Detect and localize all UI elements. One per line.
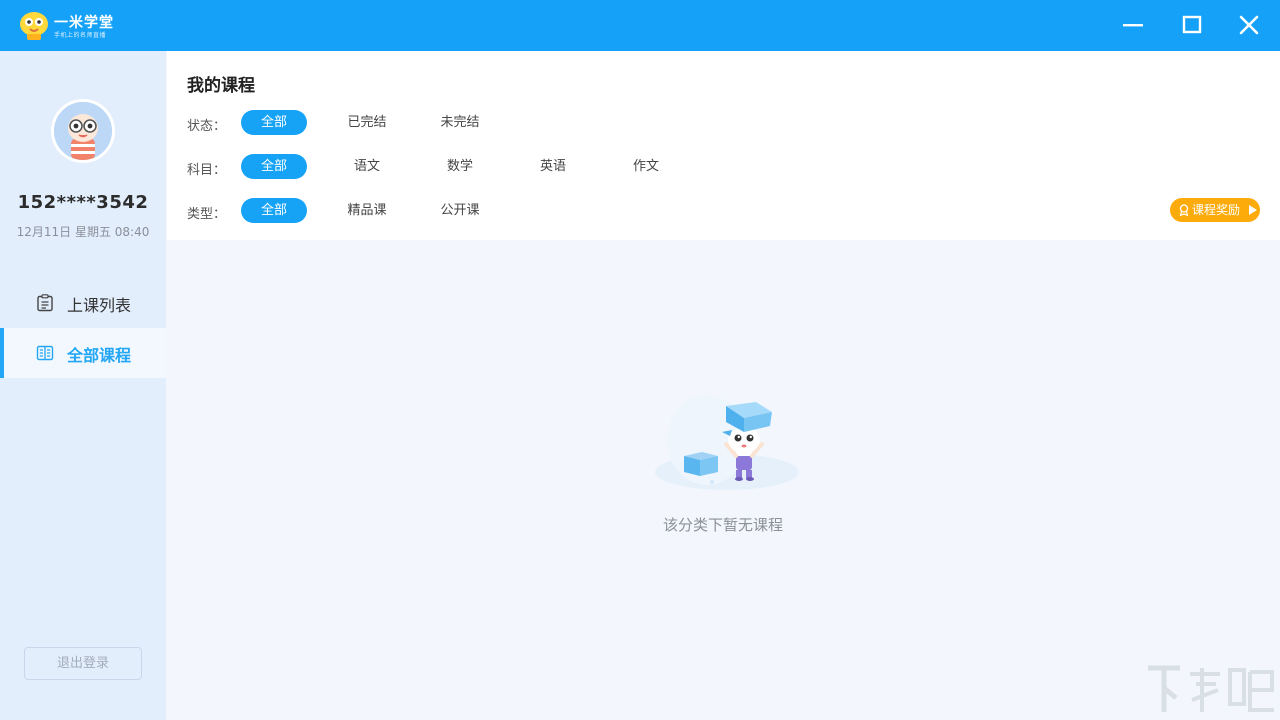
- watermark-logo: [1148, 665, 1274, 712]
- close-icon[interactable]: [1234, 10, 1264, 40]
- empty-state-illustration: [655, 395, 799, 490]
- type-filter-label: 类型：: [187, 207, 227, 222]
- subject-option-all[interactable]: 全部: [241, 154, 307, 179]
- avatar-character-icon: [54, 102, 112, 160]
- sidebar-item-schedule[interactable]: 上课列表: [0, 278, 166, 328]
- course-book-icon: [36, 345, 54, 361]
- status-option-finished[interactable]: 已完结: [333, 110, 401, 135]
- status-filter-label: 状态：: [187, 119, 227, 134]
- play-arrow-icon: [1249, 205, 1257, 215]
- logout-button[interactable]: 退出登录: [24, 647, 142, 680]
- active-indicator: [0, 328, 4, 378]
- avatar[interactable]: [51, 99, 115, 163]
- subject-option-english[interactable]: 英语: [519, 154, 587, 179]
- subject-option-math[interactable]: 数学: [426, 154, 494, 179]
- app-name: 一米学堂: [54, 15, 114, 31]
- app-slogan: 手机上的名师直播: [54, 32, 107, 39]
- subject-filter-label: 科目：: [187, 163, 227, 178]
- status-option-unfinished[interactable]: 未完结: [426, 110, 494, 135]
- type-option-public[interactable]: 公开课: [426, 198, 494, 223]
- title-bar: 一米学堂 手机上的名师直播: [0, 0, 1280, 51]
- user-date: 12月11日 星期五 08:40: [16, 225, 150, 239]
- subject-option-writing[interactable]: 作文: [612, 154, 680, 179]
- maximize-icon[interactable]: [1177, 10, 1207, 40]
- minimize-icon[interactable]: [1118, 10, 1148, 40]
- subject-option-chinese[interactable]: 语文: [333, 154, 401, 179]
- sidebar: 152****3542 12月11日 星期五 08:40 上课列表 全部课程 退…: [0, 51, 166, 720]
- user-phone: 152****3542: [17, 192, 149, 213]
- app-logo-icon: [20, 12, 48, 40]
- sidebar-item-label: 上课列表: [67, 296, 132, 315]
- page-title: 我的课程: [187, 76, 255, 96]
- type-option-premium[interactable]: 精品课: [333, 198, 401, 223]
- schedule-list-icon: [37, 294, 53, 312]
- course-reward-label: 课程奖励: [1192, 203, 1241, 217]
- empty-state-text: 该分类下暂无课程: [662, 516, 783, 534]
- sidebar-item-all-courses[interactable]: 全部课程: [0, 328, 166, 378]
- status-option-all[interactable]: 全部: [241, 110, 307, 135]
- medal-icon: [1179, 204, 1189, 216]
- filter-panel: 我的课程 状态： 全部 已完结 未完结 科目： 全部 语文 数学 英语 作文 类…: [167, 51, 1280, 240]
- sidebar-item-label: 全部课程: [67, 346, 132, 365]
- type-option-all[interactable]: 全部: [241, 198, 307, 223]
- course-reward-button[interactable]: 课程奖励: [1170, 198, 1260, 222]
